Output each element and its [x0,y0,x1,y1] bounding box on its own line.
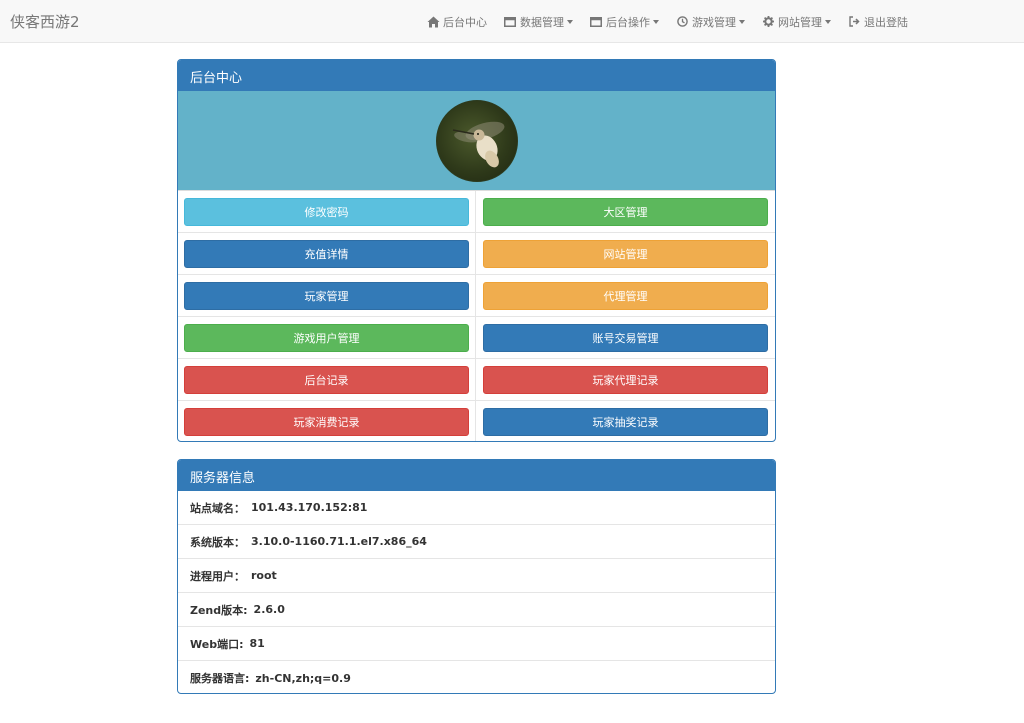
info-value: zh-CN,zh;q=0.9 [255,671,351,685]
caret-down-icon [653,19,659,24]
grid-cell: 大区管理 [476,191,775,233]
caret-down-icon [825,19,831,24]
nav-item-logout[interactable]: 退出登陆 [839,0,916,43]
grid-cell: 后台记录 [178,359,476,401]
nav-item-label: 后台操作 [606,15,650,29]
nav-item-site-management[interactable]: 网站管理 [753,0,839,43]
panel-title: 后台中心 [178,60,775,91]
info-label: 进程用户： [190,569,245,583]
grid-cell: 玩家抽奖记录 [476,401,775,441]
player-management-button[interactable]: 玩家管理 [184,281,469,310]
nav-item-label: 退出登陆 [864,15,908,29]
nav-menu: 后台中心 数据管理 后台操作 游戏管理 网站管理 退出登陆 [418,0,916,43]
info-value: 101.43.170.152:81 [251,501,368,514]
list-item: Zend版本: 2.6.0 [178,593,775,627]
grid-cell: 游戏用户管理 [178,317,476,359]
grid-cell: 代理管理 [476,275,775,317]
agent-management-button[interactable]: 代理管理 [483,281,768,310]
list-item: 服务器语言: zh-CN,zh;q=0.9 [178,661,775,693]
window-icon [589,15,603,29]
server-info-list: 站点域名： 101.43.170.152:81 系统版本： 3.10.0-116… [178,491,775,693]
nav-item-backend-ops[interactable]: 后台操作 [581,0,667,43]
account-trade-management-button[interactable]: 账号交易管理 [483,323,768,352]
grid-cell: 账号交易管理 [476,317,775,359]
list-item: Web端口: 81 [178,627,775,661]
player-agent-log-button[interactable]: 玩家代理记录 [483,365,768,394]
nav-item-admin-center[interactable]: 后台中心 [418,0,495,43]
region-management-button[interactable]: 大区管理 [483,197,768,226]
player-spending-log-button[interactable]: 玩家消费记录 [184,408,469,436]
grid-cell: 玩家消费记录 [178,401,476,441]
list-item: 系统版本： 3.10.0-1160.71.1.el7.x86_64 [178,525,775,559]
admin-button-grid: 修改密码 大区管理 充值详情 网站管理 玩家管理 代理管理 游戏用户管理 账号交… [178,191,775,441]
logout-icon [847,15,861,29]
list-item: 进程用户： root [178,559,775,593]
hummingbird-icon [452,121,504,167]
brand-title[interactable]: 侠客西游2 [10,11,80,32]
nav-item-label: 数据管理 [520,15,564,29]
grid-cell: 玩家管理 [178,275,476,317]
player-lottery-log-button[interactable]: 玩家抽奖记录 [483,408,768,436]
nav-item-game-management[interactable]: 游戏管理 [667,0,753,43]
nav-item-label: 网站管理 [778,15,822,29]
info-label: Web端口: [190,637,244,651]
gear-icon [761,15,775,29]
home-icon [426,15,440,29]
caret-down-icon [567,19,573,24]
info-value: root [251,569,277,582]
avatar [435,99,518,182]
caret-down-icon [739,19,745,24]
nav-item-label: 游戏管理 [692,15,736,29]
grid-cell: 修改密码 [178,191,476,233]
grid-cell: 充值详情 [178,233,476,275]
game-user-management-button[interactable]: 游戏用户管理 [184,323,469,352]
change-password-button[interactable]: 修改密码 [184,197,469,226]
info-label: 服务器语言: [190,672,250,685]
recharge-details-button[interactable]: 充值详情 [184,239,469,268]
info-label: 系统版本： [190,535,245,549]
info-label: Zend版本: [190,603,248,617]
info-label: 站点域名： [190,501,245,515]
site-management-button[interactable]: 网站管理 [483,239,768,268]
grid-cell: 网站管理 [476,233,775,275]
panel-title: 服务器信息 [178,460,775,491]
admin-center-panel: 后台中心 修改密码 大区管理 充值详情 网站管理 玩家管理 代理管理 游戏用户管… [177,59,776,442]
nav-item-label: 后台中心 [443,15,487,29]
list-item: 站点域名： 101.43.170.152:81 [178,491,775,525]
server-info-panel: 服务器信息 站点域名： 101.43.170.152:81 系统版本： 3.10… [177,459,776,694]
grid-cell: 玩家代理记录 [476,359,775,401]
top-navbar: 侠客西游2 后台中心 数据管理 后台操作 游戏管理 网站管理 退出登陆 [0,0,1024,43]
info-value: 81 [249,637,265,650]
clock-icon [675,15,689,29]
backend-log-button[interactable]: 后台记录 [184,365,469,394]
window-icon [503,15,517,29]
nav-item-data-management[interactable]: 数据管理 [495,0,581,43]
info-value: 3.10.0-1160.71.1.el7.x86_64 [251,535,427,548]
info-value: 2.6.0 [253,603,285,616]
profile-banner [178,91,775,191]
